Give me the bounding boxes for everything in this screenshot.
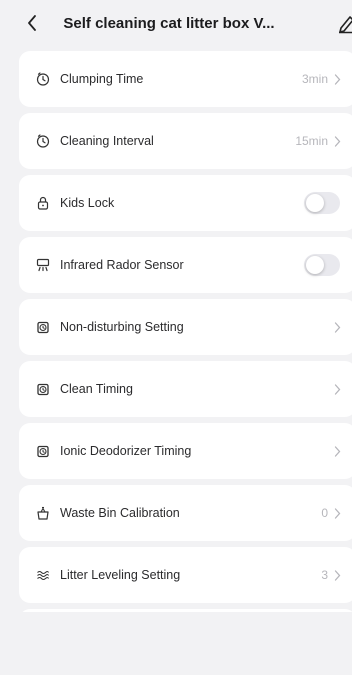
chevron-right-icon <box>334 73 342 85</box>
lock-icon <box>35 195 51 211</box>
setting-litter-leveling[interactable]: Litter Leveling Setting 3 <box>19 547 352 603</box>
chevron-right-icon <box>334 569 342 581</box>
setting-value: 3 <box>321 568 328 582</box>
setting-label: Infrared Rador Sensor <box>60 258 184 272</box>
setting-clean-timing[interactable]: Clean Timing <box>19 361 352 417</box>
timer-icon <box>35 133 51 149</box>
setting-infrared-sensor: Infrared Rador Sensor <box>19 237 352 293</box>
setting-label: Ionic Deodorizer Timing <box>60 444 192 458</box>
bottom-area <box>0 612 352 675</box>
setting-ionic-deodorizer[interactable]: Ionic Deodorizer Timing <box>19 423 352 479</box>
setting-waste-bin-calibration[interactable]: Waste Bin Calibration 0 <box>19 485 352 541</box>
back-button[interactable] <box>22 12 42 34</box>
infrared-sensor-toggle[interactable] <box>304 254 340 276</box>
edit-button[interactable] <box>338 12 352 34</box>
sensor-icon <box>35 257 51 273</box>
setting-label: Waste Bin Calibration <box>60 506 180 520</box>
chevron-right-icon <box>334 321 342 333</box>
chevron-right-icon <box>334 445 342 457</box>
setting-label: Clean Timing <box>60 382 133 396</box>
timer-icon <box>35 71 51 87</box>
chevron-right-icon <box>334 135 342 147</box>
setting-cleaning-interval[interactable]: Cleaning Interval 15min <box>19 113 352 169</box>
bin-icon <box>35 505 51 521</box>
toggle-knob <box>306 256 324 274</box>
alarm-clock-icon <box>35 381 51 397</box>
pencil-icon <box>339 16 352 34</box>
chevron-right-icon <box>334 383 342 395</box>
page-title: Self cleaning cat litter box V... <box>63 14 275 32</box>
setting-non-disturbing[interactable]: Non-disturbing Setting <box>19 299 352 355</box>
setting-label: Non-disturbing Setting <box>60 320 184 334</box>
alarm-clock-icon <box>35 319 51 335</box>
kids-lock-toggle[interactable] <box>304 192 340 214</box>
setting-kids-lock: Kids Lock <box>19 175 352 231</box>
settings-list: Clumping Time 3min Cleaning Interval 15m… <box>19 51 352 623</box>
waves-icon <box>35 567 51 583</box>
setting-label: Cleaning Interval <box>60 134 154 148</box>
alarm-clock-icon <box>35 443 51 459</box>
setting-value: 3min <box>301 72 328 86</box>
setting-value: 15min <box>295 134 328 148</box>
top-bar: Self cleaning cat litter box V... <box>0 0 352 46</box>
chevron-right-icon <box>334 507 342 519</box>
toggle-knob <box>306 194 324 212</box>
setting-clumping-time[interactable]: Clumping Time 3min <box>19 51 352 107</box>
setting-label: Kids Lock <box>60 196 115 210</box>
setting-value: 0 <box>321 506 328 520</box>
setting-label: Litter Leveling Setting <box>60 568 181 582</box>
chevron-left-icon <box>28 15 36 31</box>
setting-label: Clumping Time <box>60 72 144 86</box>
